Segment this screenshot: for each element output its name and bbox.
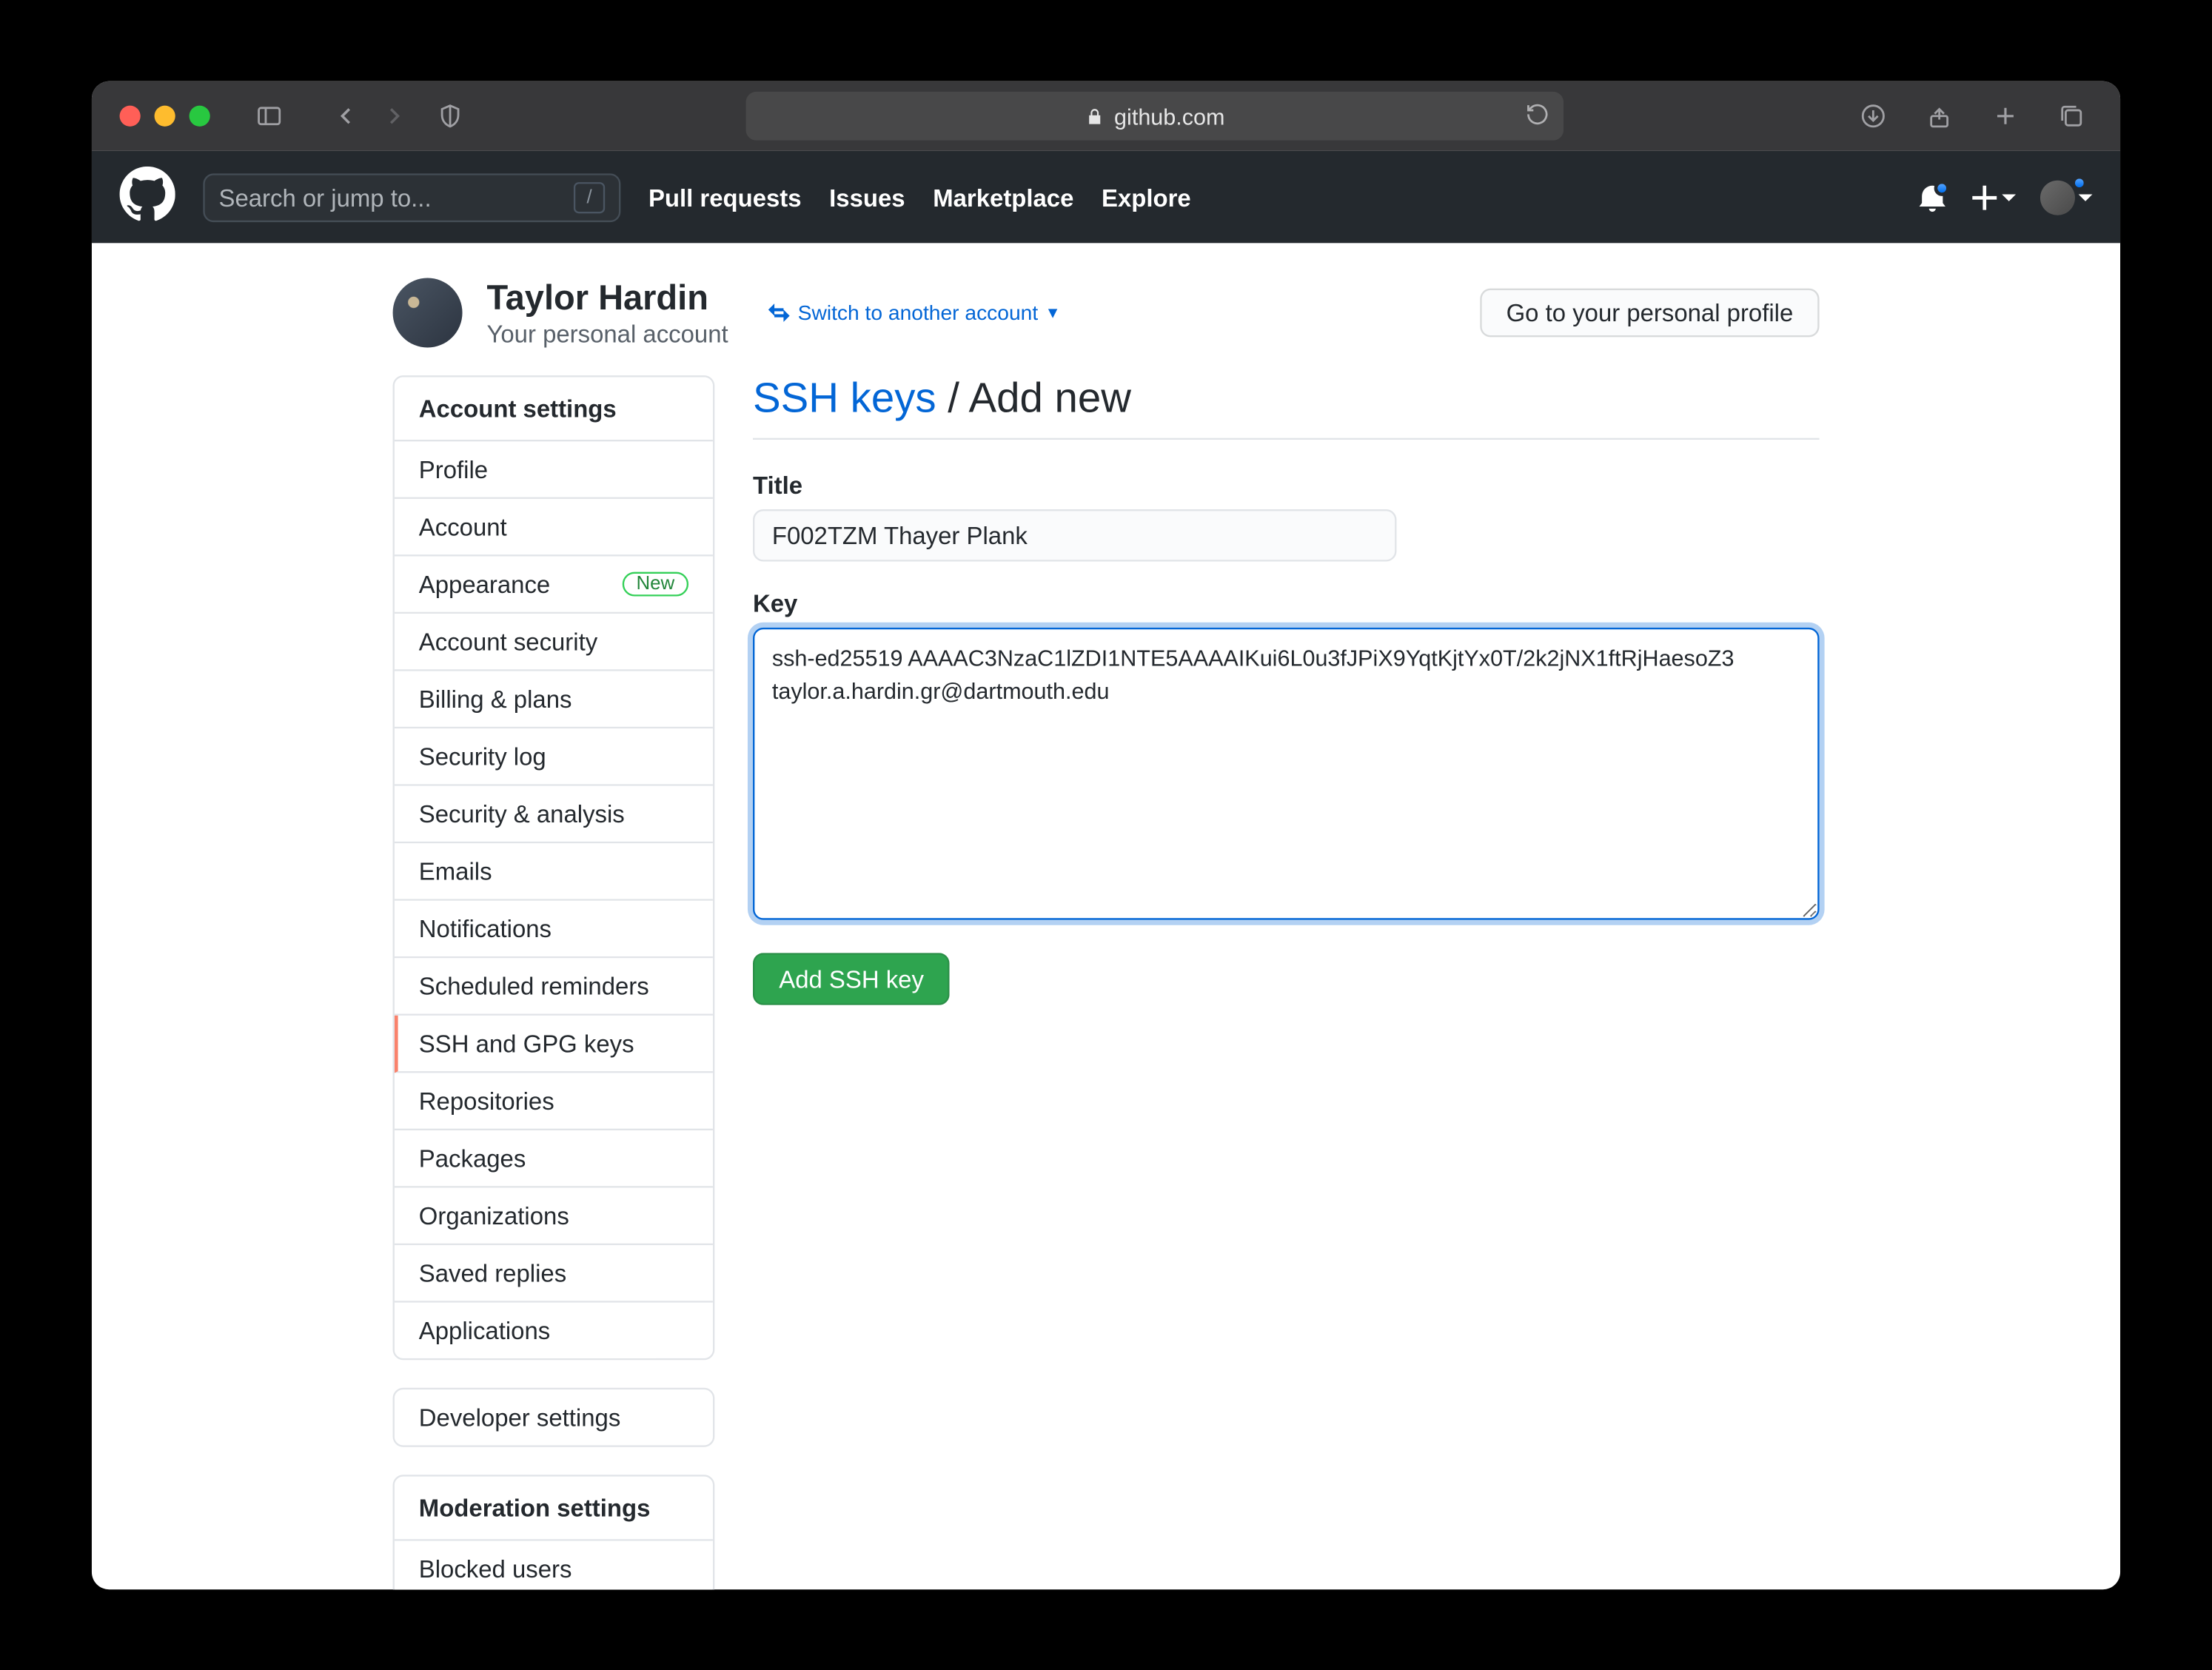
- main-content: SSH keys / Add new Title Key Add SSH key: [753, 375, 1820, 1005]
- sidebar-item-packages[interactable]: Packages: [395, 1130, 713, 1187]
- minimize-window-button[interactable]: [155, 105, 175, 126]
- title-label: Title: [753, 471, 1820, 499]
- browser-toolbar: github.com: [92, 81, 2120, 150]
- tabs-overview-icon[interactable]: [2051, 95, 2092, 136]
- switch-account-link[interactable]: Switch to another account ▼: [766, 300, 1060, 324]
- sidebar-item-label: Scheduled reminders: [419, 971, 649, 999]
- reload-icon[interactable]: [1525, 101, 1549, 130]
- slash-key-hint: /: [574, 181, 605, 212]
- sidebar-item-emails[interactable]: Emails: [395, 843, 713, 901]
- sidebar-item-label: Packages: [419, 1144, 526, 1172]
- sidebar-item-label: Appearance: [419, 570, 550, 598]
- sidebar-item-label: Blocked users: [419, 1555, 572, 1583]
- sidebar-item-developer-settings[interactable]: Developer settings: [395, 1389, 713, 1444]
- sidebar-item-ssh-keys[interactable]: SSH and GPG keys: [395, 1015, 713, 1073]
- sidebar-item-saved-replies[interactable]: Saved replies: [395, 1244, 713, 1302]
- settings-sidebar: Account settings Profile Account Appeara…: [393, 375, 715, 1589]
- sidebar-item-label: Saved replies: [419, 1258, 566, 1287]
- sidebar-item-label: Security log: [419, 742, 546, 770]
- switch-account-label: Switch to another account: [798, 300, 1039, 324]
- sidebar-heading-account: Account settings: [395, 377, 713, 441]
- sidebar-item-label: Security & analysis: [419, 799, 625, 828]
- sidebar-item-blocked-users[interactable]: Blocked users: [395, 1540, 713, 1589]
- sidebar-item-label: Profile: [419, 455, 488, 483]
- shield-icon[interactable]: [429, 95, 471, 136]
- new-badge: New: [623, 571, 688, 596]
- sidebar-item-repositories[interactable]: Repositories: [395, 1073, 713, 1130]
- back-button[interactable]: [325, 95, 366, 136]
- account-subtitle: Your personal account: [486, 318, 728, 346]
- sidebar-item-account-security[interactable]: Account security: [395, 613, 713, 671]
- nav-explore[interactable]: Explore: [1102, 183, 1191, 211]
- sidebar-item-label: Account security: [419, 627, 597, 655]
- nav-marketplace[interactable]: Marketplace: [933, 183, 1073, 211]
- search-placeholder: Search or jump to...: [219, 183, 432, 211]
- settings-header: Taylor Hardin Your personal account Swit…: [393, 278, 1820, 347]
- sidebar-item-label: Billing & plans: [419, 685, 572, 713]
- downloads-icon[interactable]: [1852, 95, 1894, 136]
- global-search[interactable]: Search or jump to... /: [203, 172, 620, 221]
- lock-icon: [1085, 106, 1104, 125]
- sidebar-item-profile[interactable]: Profile: [395, 441, 713, 499]
- sidebar-item-reminders[interactable]: Scheduled reminders: [395, 958, 713, 1016]
- sidebar-item-label: SSH and GPG keys: [419, 1029, 634, 1057]
- sidebar-item-label: Account: [419, 512, 507, 540]
- chevron-down-icon: [2079, 193, 2093, 200]
- key-label: Key: [753, 588, 1820, 617]
- breadcrumb-current: / Add new: [936, 375, 1131, 421]
- user-menu[interactable]: [2040, 179, 2093, 214]
- primary-nav: Pull requests Issues Marketplace Explore: [648, 183, 1191, 211]
- avatar: [393, 278, 463, 347]
- sidebar-toggle-icon[interactable]: [248, 95, 289, 136]
- avatar: [2040, 179, 2075, 214]
- sidebar-item-appearance[interactable]: Appearance New: [395, 556, 713, 614]
- sidebar-item-label: Notifications: [419, 914, 552, 942]
- close-window-button[interactable]: [120, 105, 141, 126]
- nav-issues[interactable]: Issues: [829, 183, 905, 211]
- sidebar-heading-moderation: Moderation settings: [395, 1476, 713, 1540]
- sidebar-item-billing[interactable]: Billing & plans: [395, 671, 713, 728]
- window-controls: [120, 105, 210, 126]
- go-to-profile-button[interactable]: Go to your personal profile: [1480, 288, 1819, 337]
- sidebar-item-label: Organizations: [419, 1201, 569, 1230]
- safari-window: github.com Search o: [92, 81, 2120, 1589]
- sidebar-item-security-analysis[interactable]: Security & analysis: [395, 785, 713, 843]
- sidebar-item-label: Applications: [419, 1316, 550, 1344]
- url-text: github.com: [1114, 103, 1224, 129]
- create-menu[interactable]: [1971, 183, 2016, 211]
- add-ssh-key-button[interactable]: Add SSH key: [753, 953, 950, 1005]
- github-logo[interactable]: [120, 166, 175, 227]
- user-name: Taylor Hardin: [486, 278, 728, 318]
- breadcrumb-ssh-keys[interactable]: SSH keys: [753, 375, 936, 421]
- title-input[interactable]: [753, 509, 1396, 561]
- sidebar-item-applications[interactable]: Applications: [395, 1302, 713, 1358]
- key-textarea[interactable]: [753, 627, 1820, 919]
- share-icon[interactable]: [1918, 95, 1960, 136]
- sidebar-item-label: Emails: [419, 856, 492, 885]
- new-tab-icon[interactable]: [1985, 95, 2026, 136]
- sidebar-item-account[interactable]: Account: [395, 498, 713, 556]
- notification-indicator: [1934, 179, 1950, 195]
- sidebar-item-label: Repositories: [419, 1087, 554, 1115]
- sidebar-item-notifications[interactable]: Notifications: [395, 900, 713, 958]
- sidebar-item-security-log[interactable]: Security log: [395, 728, 713, 785]
- maximize-window-button[interactable]: [190, 105, 210, 126]
- nav-pulls[interactable]: Pull requests: [648, 183, 802, 211]
- page-title: SSH keys / Add new: [753, 375, 1820, 439]
- notifications-button[interactable]: [1918, 183, 1946, 211]
- user-status-indicator: [2071, 174, 2087, 190]
- forward-button[interactable]: [374, 95, 415, 136]
- address-bar[interactable]: github.com: [746, 91, 1564, 140]
- chevron-down-icon: [2002, 193, 2016, 200]
- github-header: Search or jump to... / Pull requests Iss…: [92, 150, 2120, 243]
- sidebar-item-organizations[interactable]: Organizations: [395, 1187, 713, 1245]
